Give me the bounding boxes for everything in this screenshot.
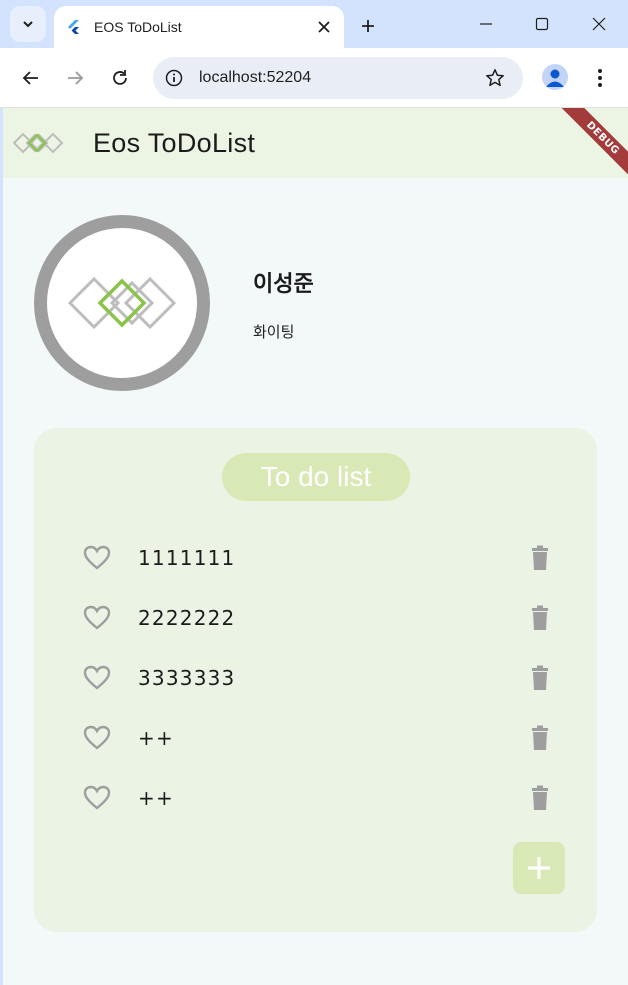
- heart-outline-icon: [83, 545, 111, 570]
- delete-button[interactable]: [529, 724, 551, 752]
- app-title: Eos ToDoList: [93, 128, 256, 158]
- bookmark-button[interactable]: [483, 66, 507, 90]
- flutter-icon: [68, 20, 79, 34]
- favorite-button[interactable]: [82, 724, 112, 752]
- delete-button[interactable]: [529, 604, 551, 632]
- delete-button[interactable]: [529, 664, 551, 692]
- close-icon: [318, 21, 330, 33]
- profile-status: 화이팅: [253, 323, 295, 341]
- todo-item-text[interactable]: ++: [138, 786, 174, 810]
- maximize-button[interactable]: [528, 10, 556, 38]
- profile-name: 이성준: [253, 272, 314, 297]
- reload-button[interactable]: [106, 64, 134, 92]
- heart-outline-icon: [83, 665, 111, 690]
- star-icon: [486, 69, 504, 87]
- address-bar[interactable]: localhost:52204: [153, 57, 523, 99]
- todo-item-text[interactable]: 1111111: [138, 546, 235, 570]
- avatar: [34, 215, 210, 391]
- profile-button[interactable]: [542, 64, 568, 90]
- plus-icon: [528, 857, 550, 879]
- back-button[interactable]: [17, 64, 45, 92]
- app-bar: Eos ToDoList: [3, 108, 628, 178]
- todo-item: 3333333: [34, 656, 597, 700]
- eos-logo-icon: [67, 276, 177, 330]
- trash-icon: [532, 665, 548, 690]
- tab-close-button[interactable]: [314, 17, 334, 37]
- browser-tab[interactable]: EOS ToDoList: [54, 6, 344, 48]
- favorite-button[interactable]: [82, 604, 112, 632]
- add-todo-button[interactable]: [513, 842, 565, 894]
- favorite-button[interactable]: [82, 784, 112, 812]
- tab-title: EOS ToDoList: [94, 19, 182, 35]
- url-text[interactable]: localhost:52204: [199, 69, 483, 87]
- minimize-button[interactable]: [472, 10, 500, 38]
- trash-icon: [532, 785, 548, 810]
- todo-item: 1111111: [34, 536, 597, 580]
- maximize-icon: [535, 17, 549, 31]
- todo-card: To do list 1111111 2222222 3333333 ++ ++: [34, 428, 597, 932]
- todo-item-text[interactable]: 3333333: [138, 666, 235, 690]
- heart-outline-icon: [83, 605, 111, 630]
- browser-menu-button[interactable]: [588, 64, 612, 92]
- todo-item-text[interactable]: 2222222: [138, 606, 235, 630]
- reload-icon: [113, 70, 127, 85]
- person-icon: [546, 69, 564, 87]
- heart-outline-icon: [83, 785, 111, 810]
- browser-tabstrip: EOS ToDoList: [0, 0, 628, 48]
- delete-button[interactable]: [529, 784, 551, 812]
- todo-item: ++: [34, 776, 597, 820]
- todo-item-text[interactable]: ++: [138, 726, 174, 750]
- favorite-button[interactable]: [82, 544, 112, 572]
- app-viewport: Eos ToDoList DEBUG 이성준 화이팅 To do list 11…: [3, 108, 628, 985]
- close-window-button[interactable]: [585, 10, 613, 38]
- new-tab-button[interactable]: [354, 12, 382, 40]
- tab-search-button[interactable]: [10, 6, 46, 42]
- arrow-right-icon: [68, 71, 84, 85]
- minimize-icon: [480, 23, 492, 25]
- trash-icon: [532, 545, 548, 570]
- plus-icon: [362, 20, 374, 32]
- todo-header: To do list: [222, 453, 410, 501]
- trash-icon: [532, 725, 548, 750]
- heart-outline-icon: [83, 725, 111, 750]
- close-icon: [592, 17, 606, 31]
- arrow-left-icon: [22, 71, 38, 85]
- site-info-button[interactable]: [163, 67, 185, 89]
- favorite-button[interactable]: [82, 664, 112, 692]
- browser-toolbar: localhost:52204: [0, 48, 628, 108]
- todo-item: ++: [34, 716, 597, 760]
- trash-icon: [532, 605, 548, 630]
- app-logo: [12, 132, 64, 154]
- forward-button[interactable]: [61, 64, 89, 92]
- delete-button[interactable]: [529, 544, 551, 572]
- chevron-down-icon: [23, 21, 33, 28]
- kebab-menu-icon: [598, 69, 602, 87]
- info-icon: [165, 69, 183, 87]
- todo-item: 2222222: [34, 596, 597, 640]
